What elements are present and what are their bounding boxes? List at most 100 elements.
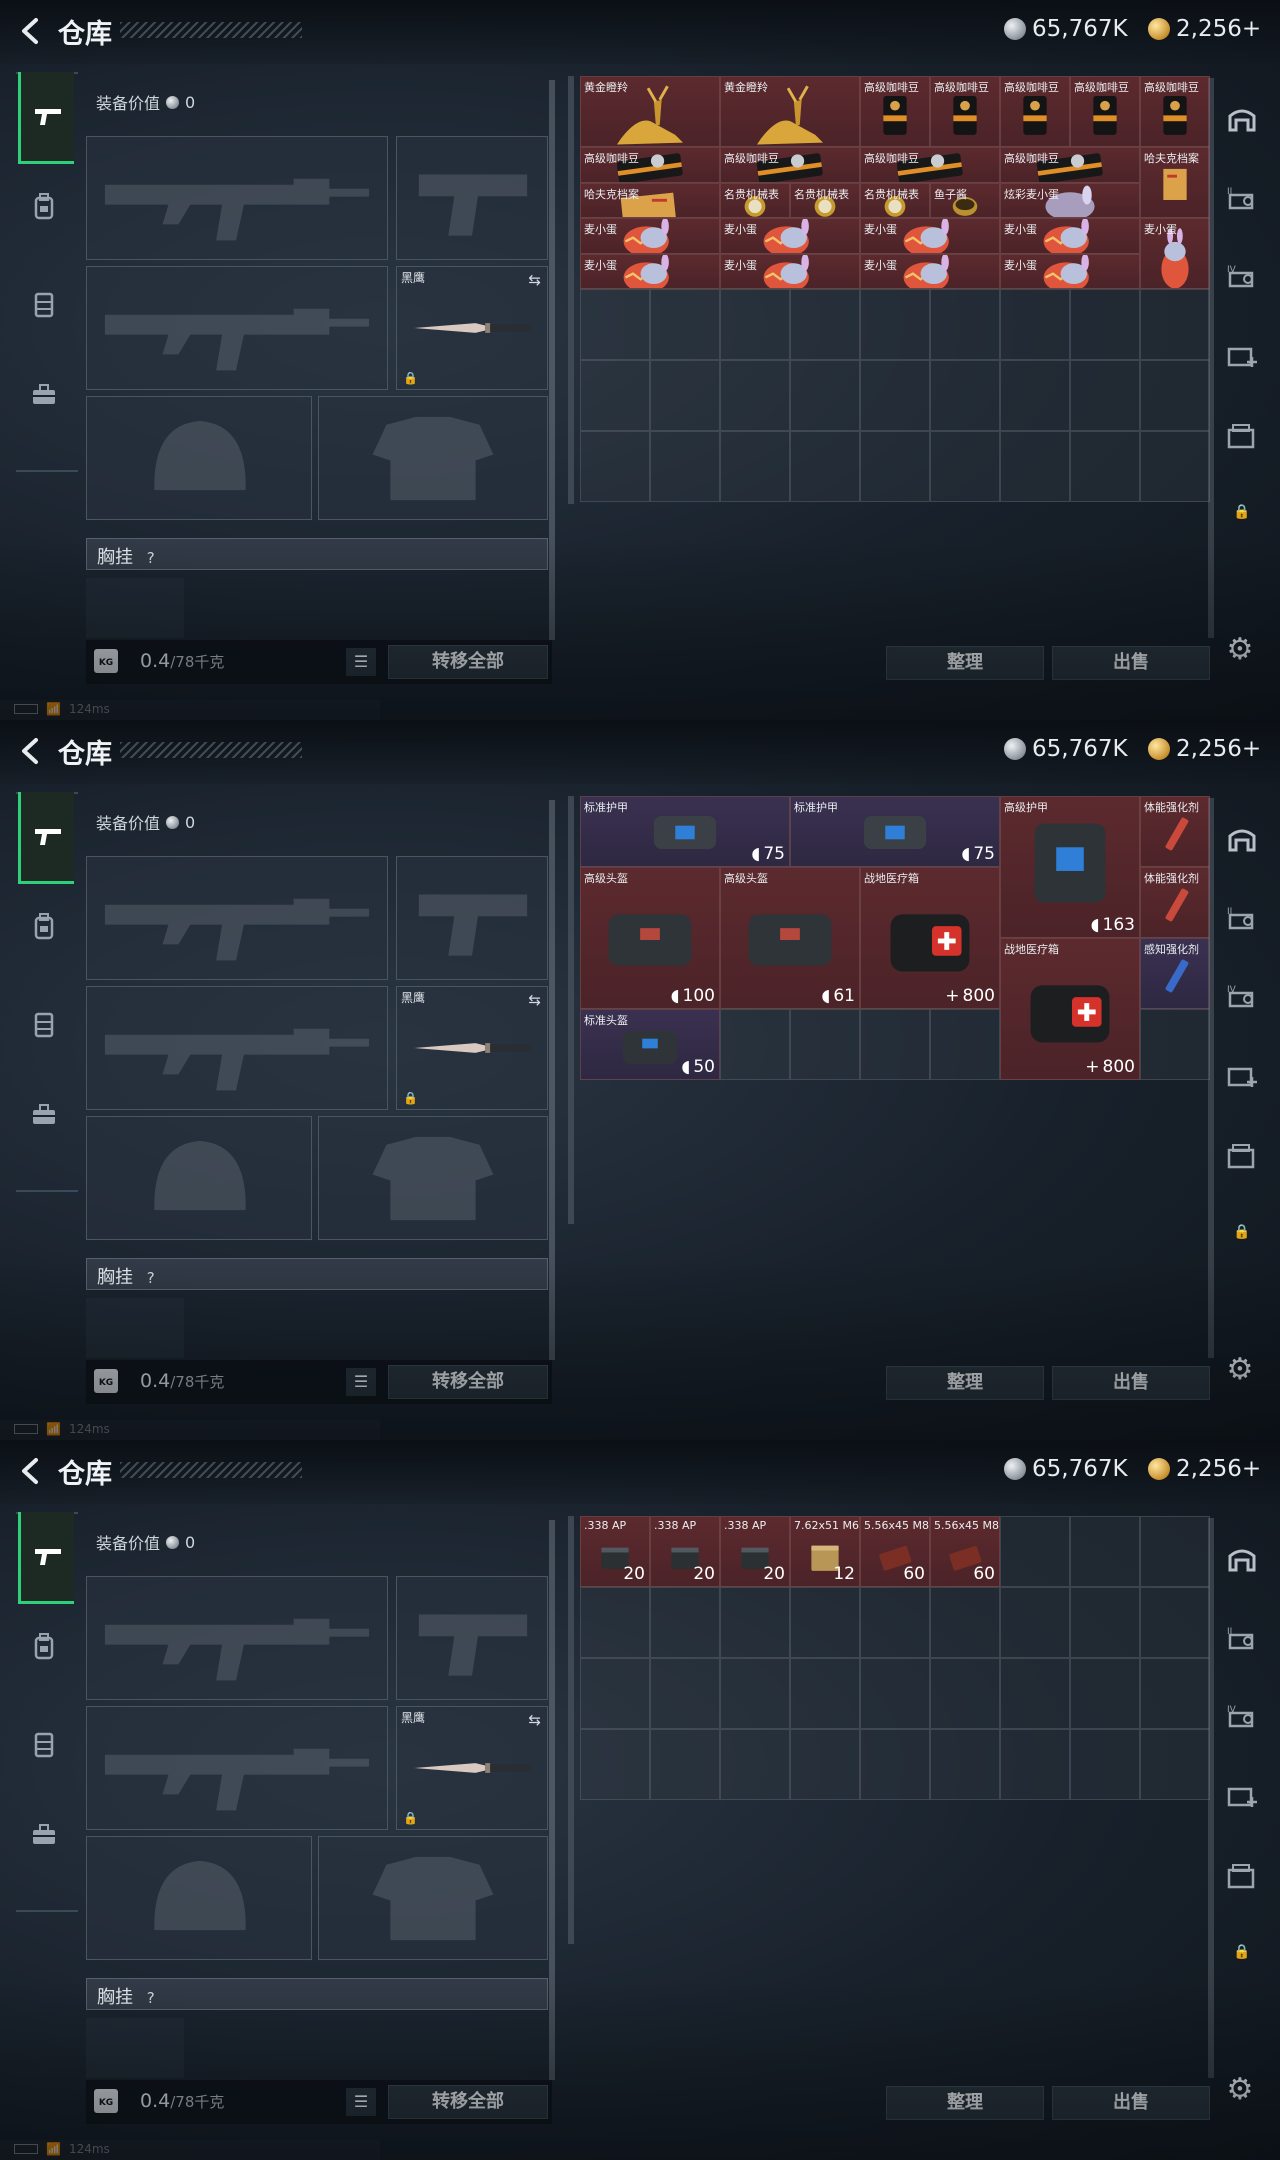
- stash-item[interactable]: 标准护甲 ◖ 75: [790, 796, 1000, 867]
- stash-item[interactable]: .338 AP 20: [580, 1516, 650, 1587]
- stash-item[interactable]: 名贵机械表: [790, 182, 860, 218]
- stash-item[interactable]: 高级咖啡豆: [1140, 76, 1210, 147]
- secondary-weapon-slot[interactable]: [86, 1706, 388, 1830]
- grid-cell[interactable]: [720, 289, 790, 360]
- pistol-slot[interactable]: [396, 1576, 548, 1700]
- grid-cell[interactable]: [720, 360, 790, 431]
- grid-cell[interactable]: [580, 360, 650, 431]
- secondary-weapon-slot[interactable]: [86, 266, 388, 390]
- chest-rig-slot[interactable]: 胸挂 ?: [86, 1258, 548, 1290]
- stash-item[interactable]: 高级咖啡豆: [860, 147, 1000, 183]
- grid-cell[interactable]: [650, 360, 720, 431]
- grid-cell[interactable]: [1140, 360, 1210, 431]
- storage-tab-add[interactable]: [1220, 1774, 1264, 1818]
- grid-cell[interactable]: [1000, 1658, 1070, 1729]
- organize-button[interactable]: 整理: [886, 646, 1044, 680]
- storage-tab-files[interactable]: [1220, 414, 1264, 458]
- stash-item[interactable]: 高级咖啡豆: [1000, 147, 1140, 183]
- stash-item[interactable]: 高级护甲 ◖ 163: [1000, 796, 1140, 938]
- stash-item[interactable]: 5.56x45 M855 60: [860, 1516, 930, 1587]
- grid-cell[interactable]: [930, 1658, 1000, 1729]
- armor-slot[interactable]: [318, 396, 548, 520]
- sidebar-item-rig[interactable]: [20, 1000, 68, 1048]
- primary-weapon-slot[interactable]: [86, 136, 388, 260]
- grid-cell[interactable]: [860, 289, 930, 360]
- grid-cell[interactable]: [720, 1009, 790, 1080]
- stash-item[interactable]: 麦小蛋: [860, 218, 1000, 254]
- silver-currency[interactable]: 65,767K: [1004, 736, 1128, 762]
- helmet-slot[interactable]: [86, 1116, 312, 1240]
- grid-cell[interactable]: [580, 431, 650, 502]
- backpack-slot[interactable]: [86, 578, 184, 638]
- grid-cell[interactable]: [1070, 1587, 1140, 1658]
- grid-cell[interactable]: [1140, 1009, 1210, 1080]
- organize-button[interactable]: 整理: [886, 2086, 1044, 2120]
- melee-slot[interactable]: 黑鹰 ⇆ 🔒: [396, 266, 548, 390]
- stash-item[interactable]: 7.62x51 M62 12: [790, 1516, 860, 1587]
- stash-item[interactable]: .338 AP 20: [720, 1516, 790, 1587]
- list-view-button[interactable]: ☰: [346, 648, 376, 676]
- gold-currency[interactable]: 2,256+: [1148, 1456, 1261, 1482]
- scrollbar[interactable]: [1208, 78, 1214, 638]
- grid-cell[interactable]: [860, 1009, 930, 1080]
- grid-cell[interactable]: [1000, 289, 1070, 360]
- stash-item[interactable]: 高级咖啡豆: [1070, 76, 1140, 147]
- settings-button[interactable]: ⚙: [1220, 1350, 1260, 1390]
- helmet-slot[interactable]: [86, 1836, 312, 1960]
- stash-item[interactable]: 名贵机械表: [720, 182, 790, 218]
- grid-cell[interactable]: [1140, 1729, 1210, 1800]
- grid-cell[interactable]: [860, 1658, 930, 1729]
- settings-button[interactable]: ⚙: [1220, 2070, 1260, 2110]
- stash-item[interactable]: 名贵机械表: [860, 182, 930, 218]
- grid-cell[interactable]: [1070, 431, 1140, 502]
- sidebar-item-weapons[interactable]: [18, 792, 74, 884]
- grid-cell[interactable]: [580, 1729, 650, 1800]
- grid-cell[interactable]: [1140, 1516, 1210, 1587]
- stash-item[interactable]: 麦小蛋: [1000, 253, 1140, 289]
- sidebar-item-backpack[interactable]: [20, 1622, 68, 1670]
- grid-cell[interactable]: [860, 1587, 930, 1658]
- sidebar-item-backpack[interactable]: [20, 182, 68, 230]
- gold-currency[interactable]: 2,256+: [1148, 16, 1261, 42]
- grid-cell[interactable]: [650, 1658, 720, 1729]
- swap-icon[interactable]: ⇆: [528, 271, 541, 289]
- armor-slot[interactable]: [318, 1116, 548, 1240]
- grid-cell[interactable]: [930, 1587, 1000, 1658]
- storage-tab-garage[interactable]: [1220, 816, 1264, 860]
- helmet-slot[interactable]: [86, 396, 312, 520]
- stash-item[interactable]: 高级咖啡豆: [720, 147, 860, 183]
- grid-cell[interactable]: [930, 1009, 1000, 1080]
- storage-tab-4[interactable]: IV: [1220, 1694, 1264, 1738]
- transfer-all-button[interactable]: 转移全部: [388, 1365, 548, 1399]
- storage-tab-files[interactable]: [1220, 1854, 1264, 1898]
- storage-tab-2[interactable]: II: [1220, 1616, 1264, 1660]
- grid-cell[interactable]: [1000, 1587, 1070, 1658]
- grid-cell[interactable]: [1140, 1658, 1210, 1729]
- grid-cell[interactable]: [790, 289, 860, 360]
- stash-item[interactable]: 麦小蛋: [720, 218, 860, 254]
- stash-item[interactable]: 麦小蛋: [720, 253, 860, 289]
- pistol-slot[interactable]: [396, 136, 548, 260]
- grid-cell[interactable]: [790, 1587, 860, 1658]
- grid-cell[interactable]: [720, 1587, 790, 1658]
- help-icon[interactable]: ?: [147, 549, 155, 567]
- settings-button[interactable]: ⚙: [1220, 630, 1260, 670]
- grid-cell[interactable]: [1140, 431, 1210, 502]
- grid-cell[interactable]: [860, 360, 930, 431]
- help-icon[interactable]: ?: [147, 1989, 155, 2007]
- grid-cell[interactable]: [650, 1729, 720, 1800]
- grid-cell[interactable]: [580, 1587, 650, 1658]
- swap-icon[interactable]: ⇆: [528, 991, 541, 1009]
- transfer-all-button[interactable]: 转移全部: [388, 645, 548, 679]
- swap-icon[interactable]: ⇆: [528, 1711, 541, 1729]
- grid-cell[interactable]: [580, 289, 650, 360]
- grid-cell[interactable]: [790, 1009, 860, 1080]
- grid-cell[interactable]: [1070, 1516, 1140, 1587]
- grid-cell[interactable]: [930, 431, 1000, 502]
- grid-cell[interactable]: [930, 360, 1000, 431]
- grid-cell[interactable]: [790, 431, 860, 502]
- storage-tab-2[interactable]: II: [1220, 176, 1264, 220]
- primary-weapon-slot[interactable]: [86, 856, 388, 980]
- armor-slot[interactable]: [318, 1836, 548, 1960]
- help-icon[interactable]: ?: [147, 1269, 155, 1287]
